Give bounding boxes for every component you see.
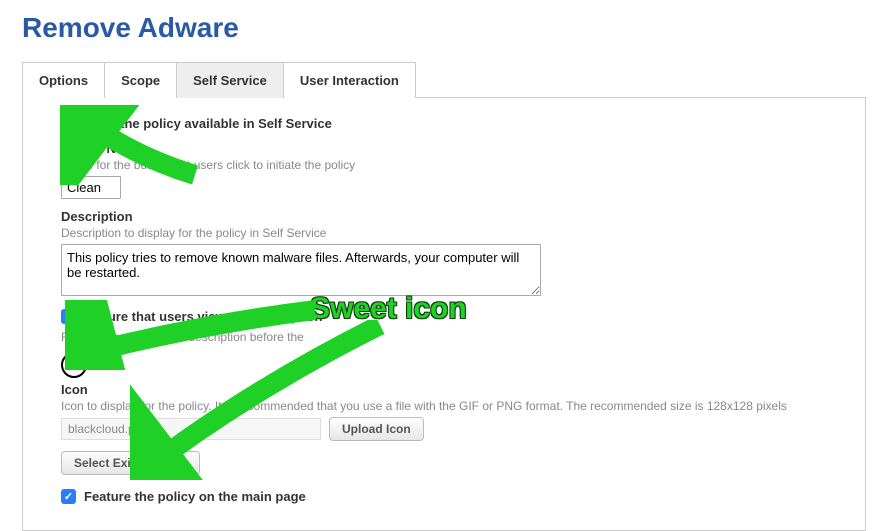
button-name-title: Button N bbox=[61, 141, 827, 156]
tab-options[interactable]: Options bbox=[22, 62, 105, 98]
ensure-view-checkbox[interactable]: ✓ bbox=[61, 309, 76, 324]
tab-scope[interactable]: Scope bbox=[105, 62, 177, 98]
select-existing-icon-button[interactable]: Select Existing Icon bbox=[61, 451, 200, 475]
icon-group: Icon Icon to display for the policy. It … bbox=[61, 382, 827, 475]
make-available-row: ✓ Make the policy available in Self Serv… bbox=[61, 116, 827, 131]
tabs: Options Scope Self Service User Interact… bbox=[22, 62, 866, 98]
feature-label: Feature the policy on the main page bbox=[84, 489, 306, 504]
ensure-group: ✓ Ensure that users view the description… bbox=[61, 309, 827, 344]
description-help: Description to display for the policy in… bbox=[61, 226, 827, 240]
icon-filename: blackcloud.png bbox=[61, 418, 321, 440]
description-title: Description bbox=[61, 209, 827, 224]
tab-user-interaction[interactable]: User Interaction bbox=[284, 62, 416, 98]
feature-checkbox[interactable]: ✓ bbox=[61, 489, 76, 504]
icon-help: Icon to display for the policy. It is re… bbox=[61, 399, 827, 413]
page-title: Remove Adware bbox=[0, 0, 888, 62]
upload-icon-button[interactable]: Upload Icon bbox=[329, 417, 424, 441]
description-group: Description Description to display for t… bbox=[61, 209, 827, 299]
content-panel: ✓ Make the policy available in Self Serv… bbox=[22, 98, 866, 531]
make-available-checkbox[interactable]: ✓ bbox=[61, 116, 76, 131]
button-name-input[interactable] bbox=[61, 176, 121, 199]
tab-self-service[interactable]: Self Service bbox=[177, 62, 284, 98]
button-name-help: Name for the button that users click to … bbox=[61, 158, 827, 172]
description-input[interactable] bbox=[61, 244, 541, 296]
feature-row: ✓ Feature the policy on the main page bbox=[61, 489, 827, 504]
make-available-label: Make the policy available in Self Servic… bbox=[84, 116, 332, 131]
ensure-view-label: Ensure that users view the description bbox=[84, 309, 322, 324]
icon-title: Icon bbox=[61, 382, 827, 397]
ensure-view-help: Force users to view the description befo… bbox=[61, 330, 827, 344]
policy-icon bbox=[61, 352, 87, 378]
button-name-group: Button N Name for the button that users … bbox=[61, 141, 827, 199]
